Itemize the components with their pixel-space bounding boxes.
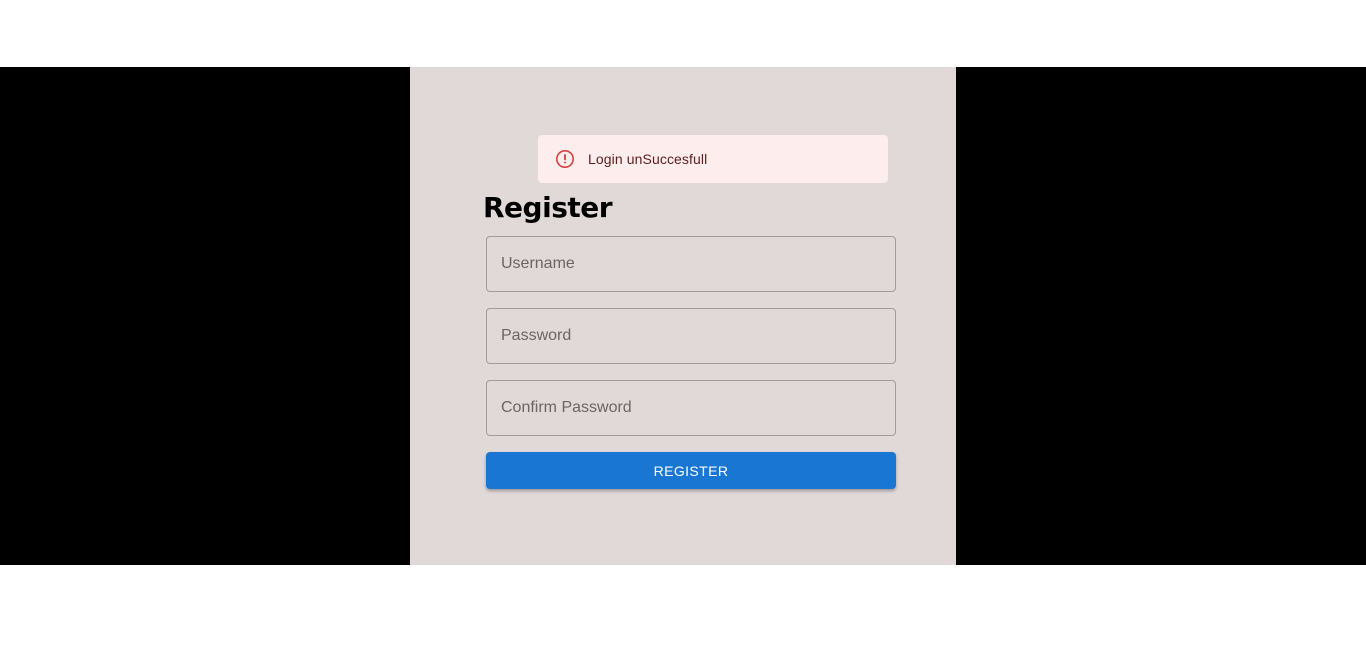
error-alert: Login unSuccesfull bbox=[538, 135, 888, 183]
alert-message: Login unSuccesfull bbox=[588, 151, 708, 167]
register-button[interactable]: REGISTER bbox=[486, 452, 896, 489]
error-outline-icon bbox=[555, 149, 575, 169]
confirm-password-input[interactable] bbox=[486, 380, 896, 436]
password-input[interactable] bbox=[486, 308, 896, 364]
username-input[interactable] bbox=[486, 236, 896, 292]
page-title: Register bbox=[483, 191, 613, 224]
register-card: Login unSuccesfull Register REGISTER bbox=[410, 67, 956, 565]
page-backdrop: Login unSuccesfull Register REGISTER bbox=[0, 67, 1366, 565]
